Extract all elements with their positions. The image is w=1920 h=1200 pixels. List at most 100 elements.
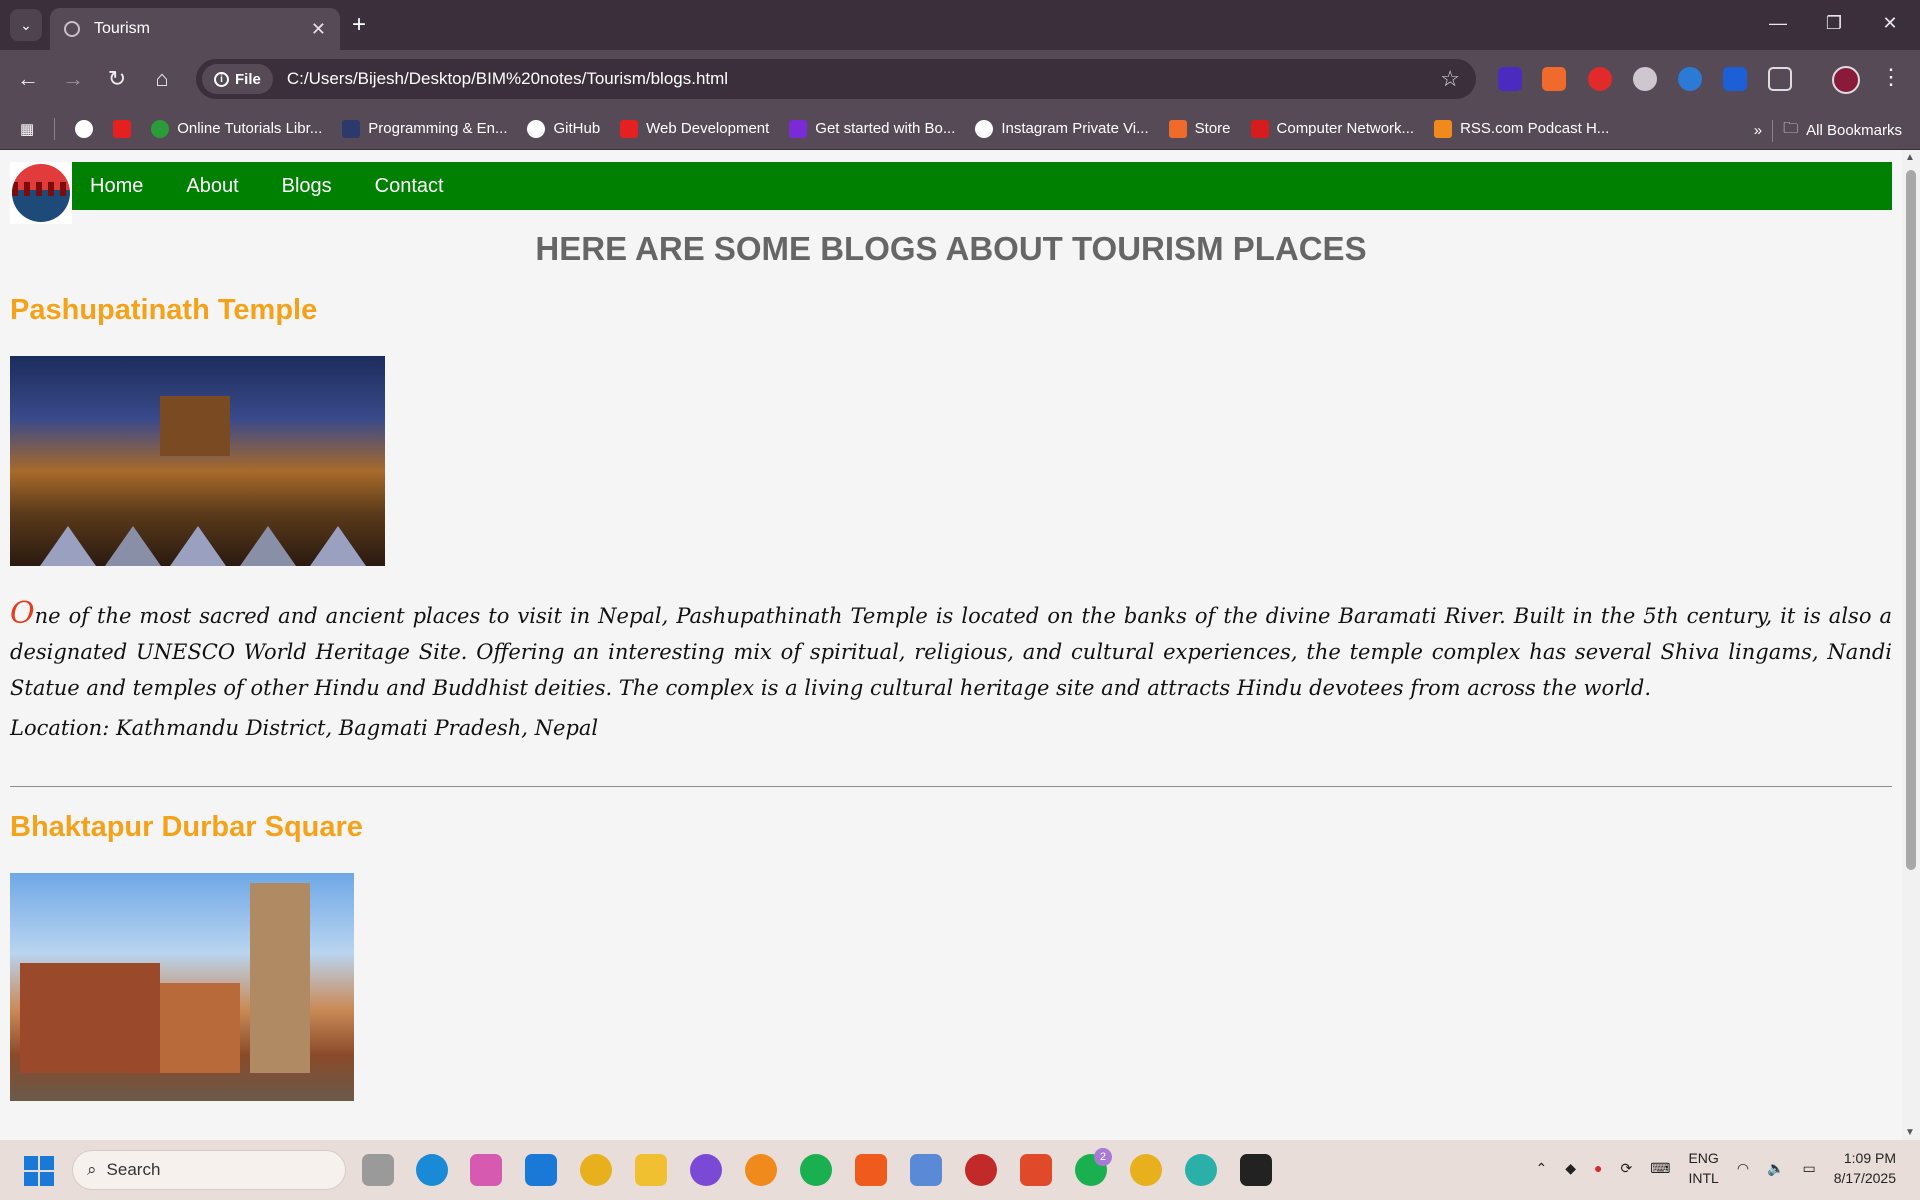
tutorials-icon: [151, 119, 170, 138]
app-icon[interactable]: [965, 1154, 997, 1186]
rss-icon: [1434, 119, 1453, 138]
divider: [1772, 119, 1774, 142]
taskbar-search[interactable]: ⌕ Search: [72, 1150, 346, 1190]
forward-button[interactable]: →: [58, 64, 88, 94]
keyboard-icon[interactable]: ⌨: [1650, 1160, 1670, 1177]
minimize-button[interactable]: —: [1750, 8, 1806, 38]
programming-icon: [342, 119, 361, 138]
site-logo[interactable]: [10, 162, 72, 224]
battery-icon[interactable]: ▭: [1802, 1160, 1815, 1177]
bookmark-globe-icon[interactable]: [75, 119, 94, 138]
extension-icon[interactable]: [1723, 67, 1747, 91]
folder-icon: 🗀: [1783, 120, 1799, 137]
extension-icon[interactable]: [1588, 67, 1612, 91]
blog-title: Pashupatinath Temple: [10, 294, 318, 326]
extension-icon[interactable]: [1678, 67, 1702, 91]
search-label: Search: [106, 1160, 161, 1179]
tray-app-icon[interactable]: ◆: [1565, 1160, 1576, 1177]
extensions-puzzle-icon[interactable]: [1768, 67, 1792, 91]
bookmark-item[interactable]: GitHub: [527, 119, 600, 138]
extension-icon[interactable]: [1498, 67, 1522, 91]
restore-button[interactable]: ❐: [1806, 8, 1862, 38]
close-window-button[interactable]: ✕: [1862, 8, 1918, 38]
system-tray: ⌃ ◆ ● ⟳ ⌨ ENG INTL ◠ 🔈 ▭ 1:09 PM 8/17/20…: [1536, 1148, 1896, 1188]
bookmark-item[interactable]: Computer Network...: [1250, 119, 1414, 138]
browser-tab[interactable]: Tourism ✕: [50, 8, 340, 50]
all-bookmarks-label: All Bookmarks: [1806, 122, 1902, 139]
bootstrap-icon: [789, 119, 808, 138]
scrollbar-thumb[interactable]: [1906, 170, 1916, 870]
sync-icon[interactable]: ⟳: [1621, 1160, 1633, 1177]
more-bookmarks-icon[interactable]: »: [1754, 122, 1762, 139]
snipping-tool-icon[interactable]: [910, 1154, 942, 1186]
bookmark-item[interactable]: Store: [1168, 119, 1231, 138]
brave-icon[interactable]: [1020, 1154, 1052, 1186]
bookmark-item[interactable]: RSS.com Podcast H...: [1434, 119, 1610, 138]
new-tab-button[interactable]: +: [352, 10, 366, 40]
chrome-profile-icon[interactable]: [1185, 1154, 1217, 1186]
extension-icon[interactable]: [1542, 67, 1566, 91]
profile-avatar[interactable]: [1832, 66, 1860, 94]
edge-icon[interactable]: [416, 1154, 448, 1186]
blog-body: One of the most sacred and ancient place…: [10, 596, 1892, 706]
chrome-icon[interactable]: [580, 1154, 612, 1186]
nav-blogs[interactable]: Blogs: [282, 175, 332, 198]
language-indicator[interactable]: ENG INTL: [1688, 1148, 1718, 1188]
bookmark-item[interactable]: Instagram Private Vi...: [975, 119, 1149, 138]
bookmark-label: Instagram Private Vi...: [1001, 120, 1149, 137]
globe-icon: [64, 21, 80, 37]
reload-button[interactable]: ↻: [102, 64, 132, 94]
file-explorer-icon[interactable]: [635, 1154, 667, 1186]
blog-title: Bhaktapur Durbar Square: [10, 811, 363, 843]
divider: [54, 117, 56, 140]
windows-start-icon[interactable]: [24, 1156, 54, 1186]
brave-icon[interactable]: [855, 1154, 887, 1186]
bookmarks-bar: ▦ Online Tutorials Libr... Programming &…: [0, 108, 1920, 150]
app-icon[interactable]: [745, 1154, 777, 1186]
chrome-profile-icon[interactable]: [1130, 1154, 1162, 1186]
bookmark-star-icon[interactable]: ☆: [1440, 66, 1460, 92]
close-tab-icon[interactable]: ✕: [311, 19, 326, 40]
app-icon[interactable]: [1240, 1154, 1272, 1186]
page-viewport: Home About Blogs Contact HERE ARE SOME B…: [0, 150, 1902, 1140]
bookmark-item[interactable]: Online Tutorials Libr...: [151, 119, 322, 138]
download-icon: [975, 119, 994, 138]
windows-taskbar: ⌕ Search 2 ⌃ ◆ ● ⟳ ⌨ ENG INTL ◠ 🔈 ▭ 1:09…: [0, 1140, 1920, 1200]
address-bar[interactable]: i File C:/Users/Bijesh/Desktop/BIM%20not…: [196, 59, 1476, 99]
back-button[interactable]: ←: [13, 64, 43, 94]
bookmark-item[interactable]: Web Development: [620, 119, 769, 138]
bookmark-item[interactable]: Programming & En...: [342, 119, 507, 138]
site-info-chip[interactable]: i File: [202, 64, 273, 94]
bookmark-item[interactable]: Get started with Bo...: [789, 119, 955, 138]
vscode-icon[interactable]: [525, 1154, 557, 1186]
scroll-down-icon[interactable]: ▼: [1905, 1127, 1915, 1138]
page-scrollbar[interactable]: ▲ ▼: [1902, 150, 1920, 1140]
nav-about[interactable]: About: [186, 175, 238, 198]
site-navbar: Home About Blogs Contact: [10, 162, 1892, 224]
tab-search-button[interactable]: ⌄: [10, 9, 42, 41]
browser-toolbar: ← → ↻ ⌂ i File C:/Users/Bijesh/Desktop/B…: [0, 50, 1920, 108]
apps-grid-icon[interactable]: ▦: [20, 120, 34, 138]
scroll-up-icon[interactable]: ▲: [1905, 152, 1915, 163]
task-view-icon[interactable]: [362, 1154, 394, 1186]
home-button[interactable]: ⌂: [147, 64, 177, 94]
nav-contact[interactable]: Contact: [375, 175, 444, 198]
bookmark-youtube-icon[interactable]: [113, 119, 132, 138]
chevron-up-icon[interactable]: ⌃: [1536, 1160, 1548, 1177]
viber-icon[interactable]: [690, 1154, 722, 1186]
copilot-icon[interactable]: [470, 1154, 502, 1186]
clock-time: 1:09 PM: [1843, 1150, 1896, 1166]
wifi-icon[interactable]: ◠: [1737, 1160, 1749, 1177]
github-icon: [527, 119, 546, 138]
all-bookmarks-button[interactable]: 🗀 All Bookmarks: [1783, 118, 1902, 143]
bookmark-label: RSS.com Podcast H...: [1460, 120, 1610, 137]
volume-icon[interactable]: 🔈: [1767, 1160, 1784, 1177]
extension-icon[interactable]: [1633, 67, 1657, 91]
nav-home[interactable]: Home: [90, 175, 143, 198]
url-text[interactable]: C:/Users/Bijesh/Desktop/BIM%20notes/Tour…: [287, 69, 728, 89]
tray-app-icon[interactable]: ●: [1594, 1160, 1602, 1176]
clock-date: 8/17/2025: [1833, 1170, 1896, 1186]
spotify-icon[interactable]: [800, 1154, 832, 1186]
menu-kebab-icon[interactable]: ⋮: [1880, 64, 1902, 90]
clock[interactable]: 1:09 PM 8/17/2025: [1834, 1148, 1896, 1188]
